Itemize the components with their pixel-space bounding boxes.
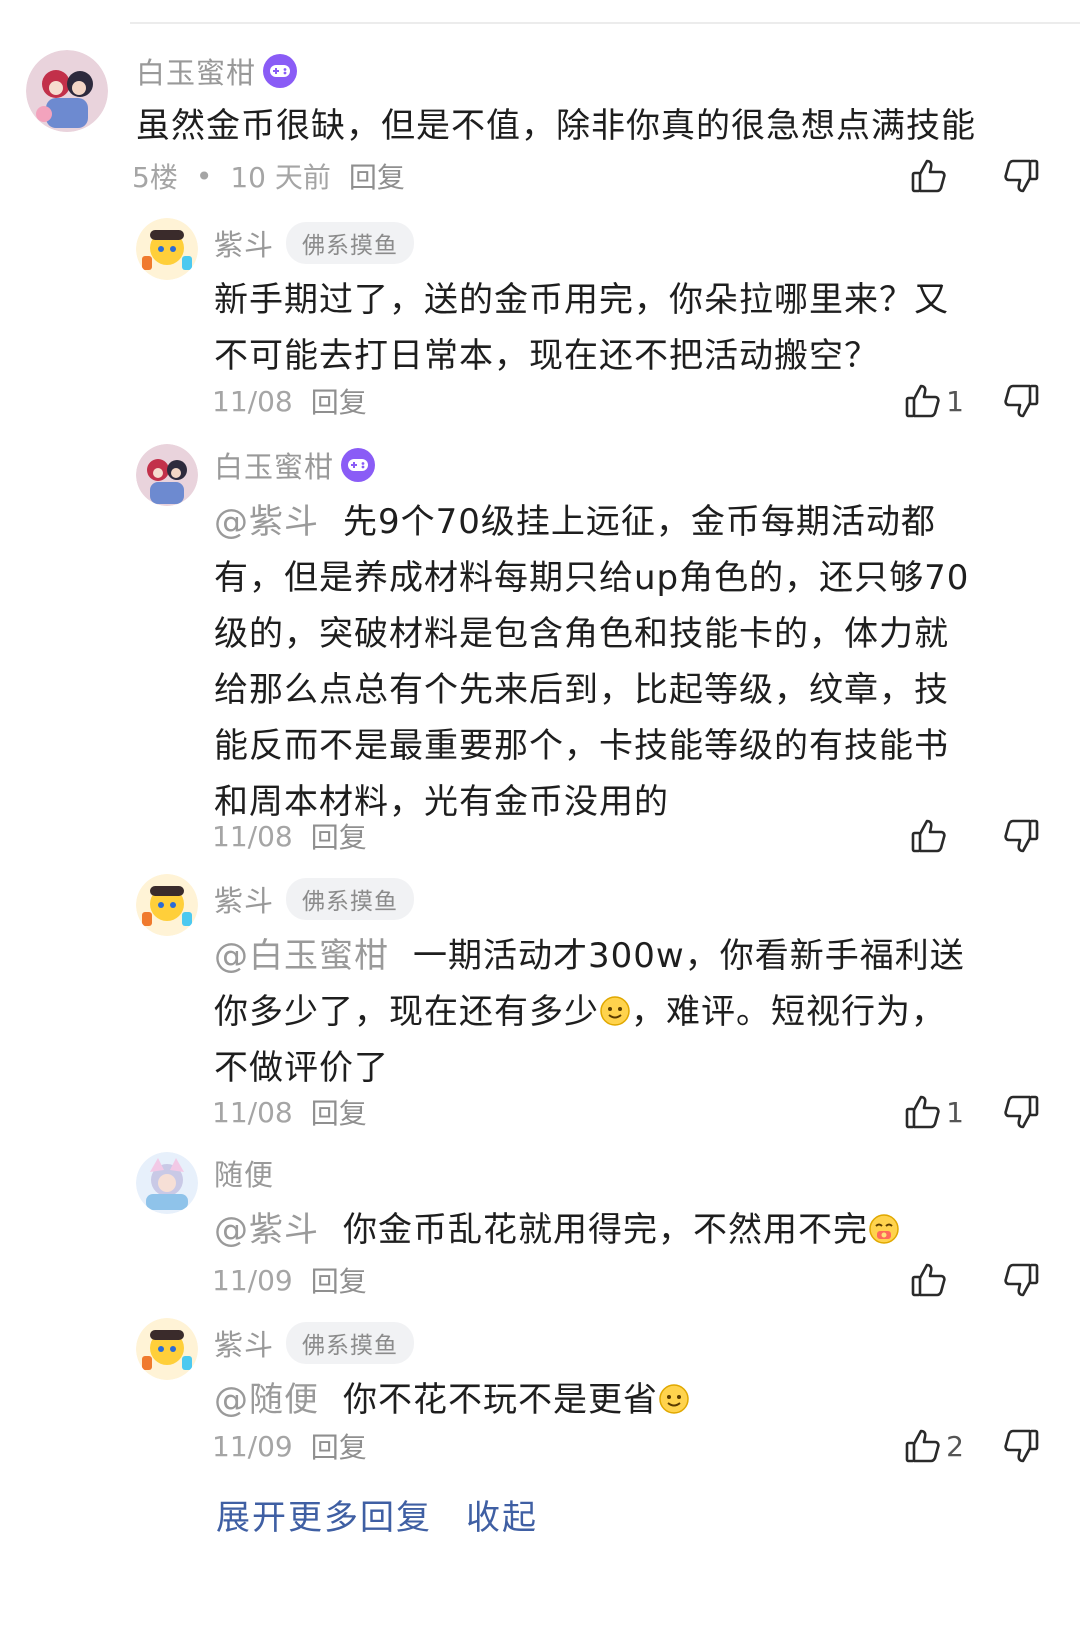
thumbs-up-icon bbox=[904, 382, 942, 420]
like-button[interactable]: 2 bbox=[904, 1427, 964, 1465]
thumbs-up-icon bbox=[910, 817, 948, 855]
mention-link[interactable]: @紫斗 bbox=[214, 1210, 319, 1250]
reply-button[interactable]: 回复 bbox=[311, 1260, 367, 1300]
vote-actions bbox=[910, 814, 1040, 858]
thumbs-down-icon bbox=[1002, 382, 1040, 420]
author-row: 随便 bbox=[214, 1152, 274, 1194]
dislike-button[interactable] bbox=[1002, 1427, 1040, 1465]
vote-actions bbox=[910, 1258, 1040, 1302]
mention-link[interactable]: @随便 bbox=[214, 1380, 319, 1420]
vote-actions: 1 bbox=[904, 1090, 1040, 1134]
dislike-button[interactable] bbox=[1002, 1261, 1040, 1299]
like-count: 1 bbox=[946, 1095, 964, 1129]
like-button[interactable]: 1 bbox=[904, 382, 964, 420]
thumbs-up-icon bbox=[904, 1427, 942, 1465]
comment-meta: 11/08 回复 bbox=[212, 381, 367, 421]
comment-text: @随便 你不花不玩不是更省 bbox=[214, 1372, 974, 1428]
thumbs-down-icon bbox=[1002, 1261, 1040, 1299]
author-name[interactable]: 紫斗 bbox=[214, 878, 274, 920]
vote-actions bbox=[910, 154, 1040, 198]
author-row: 白玉蜜柑 bbox=[136, 50, 298, 92]
author-row: 紫斗 佛系摸鱼 bbox=[214, 222, 415, 264]
author-name[interactable]: 随便 bbox=[214, 1152, 274, 1194]
comment-meta: 11/09 回复 bbox=[212, 1260, 367, 1300]
thumbs-up-icon bbox=[910, 1261, 948, 1299]
dislike-button[interactable] bbox=[1002, 1093, 1040, 1131]
avatar[interactable] bbox=[136, 874, 198, 936]
like-button[interactable] bbox=[910, 157, 964, 195]
separator-dot: • bbox=[195, 159, 213, 193]
dislike-button[interactable] bbox=[1002, 817, 1040, 855]
reply-button[interactable]: 回复 bbox=[349, 156, 405, 196]
avatar[interactable] bbox=[136, 1318, 198, 1380]
money-mouth-emoji bbox=[868, 1213, 900, 1245]
like-button[interactable]: 1 bbox=[904, 1093, 964, 1131]
author-name[interactable]: 白玉蜜柑 bbox=[136, 50, 256, 92]
author-row: 紫斗 佛系摸鱼 bbox=[214, 878, 415, 920]
thumbs-down-icon bbox=[1002, 817, 1040, 855]
author-name[interactable]: 紫斗 bbox=[214, 1322, 274, 1364]
comment-text: @紫斗 你金币乱花就用得完，不然用不完 bbox=[214, 1202, 974, 1258]
reply-footer: 展开更多回复 收起 bbox=[216, 1490, 538, 1539]
author-row: 白玉蜜柑 bbox=[214, 444, 376, 486]
timestamp: 11/08 bbox=[212, 384, 293, 418]
reply-button[interactable]: 回复 bbox=[311, 381, 367, 421]
smile-emoji bbox=[658, 1383, 690, 1415]
timestamp: 11/08 bbox=[212, 1095, 293, 1129]
timestamp: 11/08 bbox=[212, 819, 293, 853]
dislike-button[interactable] bbox=[1002, 157, 1040, 195]
author-row: 紫斗 佛系摸鱼 bbox=[214, 1322, 415, 1364]
comment-text: 虽然金币很缺，但是不值，除非你真的很急想点满技能 bbox=[136, 106, 976, 146]
like-count: 2 bbox=[946, 1429, 964, 1463]
user-tag: 佛系摸鱼 bbox=[286, 878, 415, 920]
avatar[interactable] bbox=[136, 218, 198, 280]
avatar[interactable] bbox=[136, 444, 198, 506]
expand-more-replies-link[interactable]: 展开更多回复 bbox=[216, 1490, 432, 1539]
thumbs-down-icon bbox=[1002, 1427, 1040, 1465]
thumbs-up-icon bbox=[904, 1093, 942, 1131]
comment-meta: 11/09 回复 bbox=[212, 1426, 367, 1466]
avatar[interactable] bbox=[26, 50, 108, 132]
game-controller-icon bbox=[340, 447, 376, 483]
thumbs-down-icon bbox=[1002, 157, 1040, 195]
comment-meta: 5楼 • 10 天前 回复 bbox=[132, 156, 405, 196]
thumbs-up-icon bbox=[910, 157, 948, 195]
like-count: 1 bbox=[946, 384, 964, 418]
comment-body: 你不花不玩不是更省 bbox=[343, 1380, 658, 1420]
vote-actions: 2 bbox=[904, 1424, 1040, 1468]
avatar[interactable] bbox=[136, 1152, 198, 1214]
vote-actions: 1 bbox=[904, 379, 1040, 423]
comment-body: 你金币乱花就用得完，不然用不完 bbox=[343, 1210, 868, 1250]
reply-button[interactable]: 回复 bbox=[311, 816, 367, 856]
mention-link[interactable]: @白玉蜜柑 bbox=[214, 936, 389, 976]
timestamp: 10 天前 bbox=[230, 161, 331, 194]
author-name[interactable]: 紫斗 bbox=[214, 222, 274, 264]
floor-label: 5楼 bbox=[132, 161, 178, 194]
comment-text: @紫斗 先9个70级挂上远征，金币每期活动都有，但是养成材料每期只给up角色的，还… bbox=[214, 494, 974, 830]
reply-button[interactable]: 回复 bbox=[311, 1426, 367, 1466]
game-controller-icon bbox=[262, 53, 298, 89]
comment-text: 新手期过了，送的金币用完，你朵拉哪里来？又不可能去打日常本，现在还不把活动搬空？ bbox=[214, 280, 949, 376]
comment-meta: 11/08 回复 bbox=[212, 1092, 367, 1132]
comment-meta: 11/08 回复 bbox=[212, 816, 367, 856]
comment-body: 先9个70级挂上远征，金币每期活动都有，但是养成材料每期只给up角色的，还只够7… bbox=[214, 502, 970, 822]
like-button[interactable] bbox=[910, 817, 964, 855]
reply-button[interactable]: 回复 bbox=[311, 1092, 367, 1132]
dislike-button[interactable] bbox=[1002, 382, 1040, 420]
collapse-link[interactable]: 收起 bbox=[466, 1490, 538, 1539]
like-button[interactable] bbox=[910, 1261, 964, 1299]
comment-text: @白玉蜜柑 一期活动才300w，你看新手福利送你多少了，现在还有多少 ，难评。短视行… bbox=[214, 928, 974, 1096]
top-divider bbox=[130, 22, 1080, 24]
user-tag: 佛系摸鱼 bbox=[286, 222, 415, 264]
user-tag: 佛系摸鱼 bbox=[286, 1322, 415, 1364]
mention-link[interactable]: @紫斗 bbox=[214, 502, 319, 542]
smile-emoji bbox=[599, 995, 631, 1027]
thumbs-down-icon bbox=[1002, 1093, 1040, 1131]
timestamp: 11/09 bbox=[212, 1263, 293, 1297]
timestamp: 11/09 bbox=[212, 1429, 293, 1463]
author-name[interactable]: 白玉蜜柑 bbox=[214, 444, 334, 486]
